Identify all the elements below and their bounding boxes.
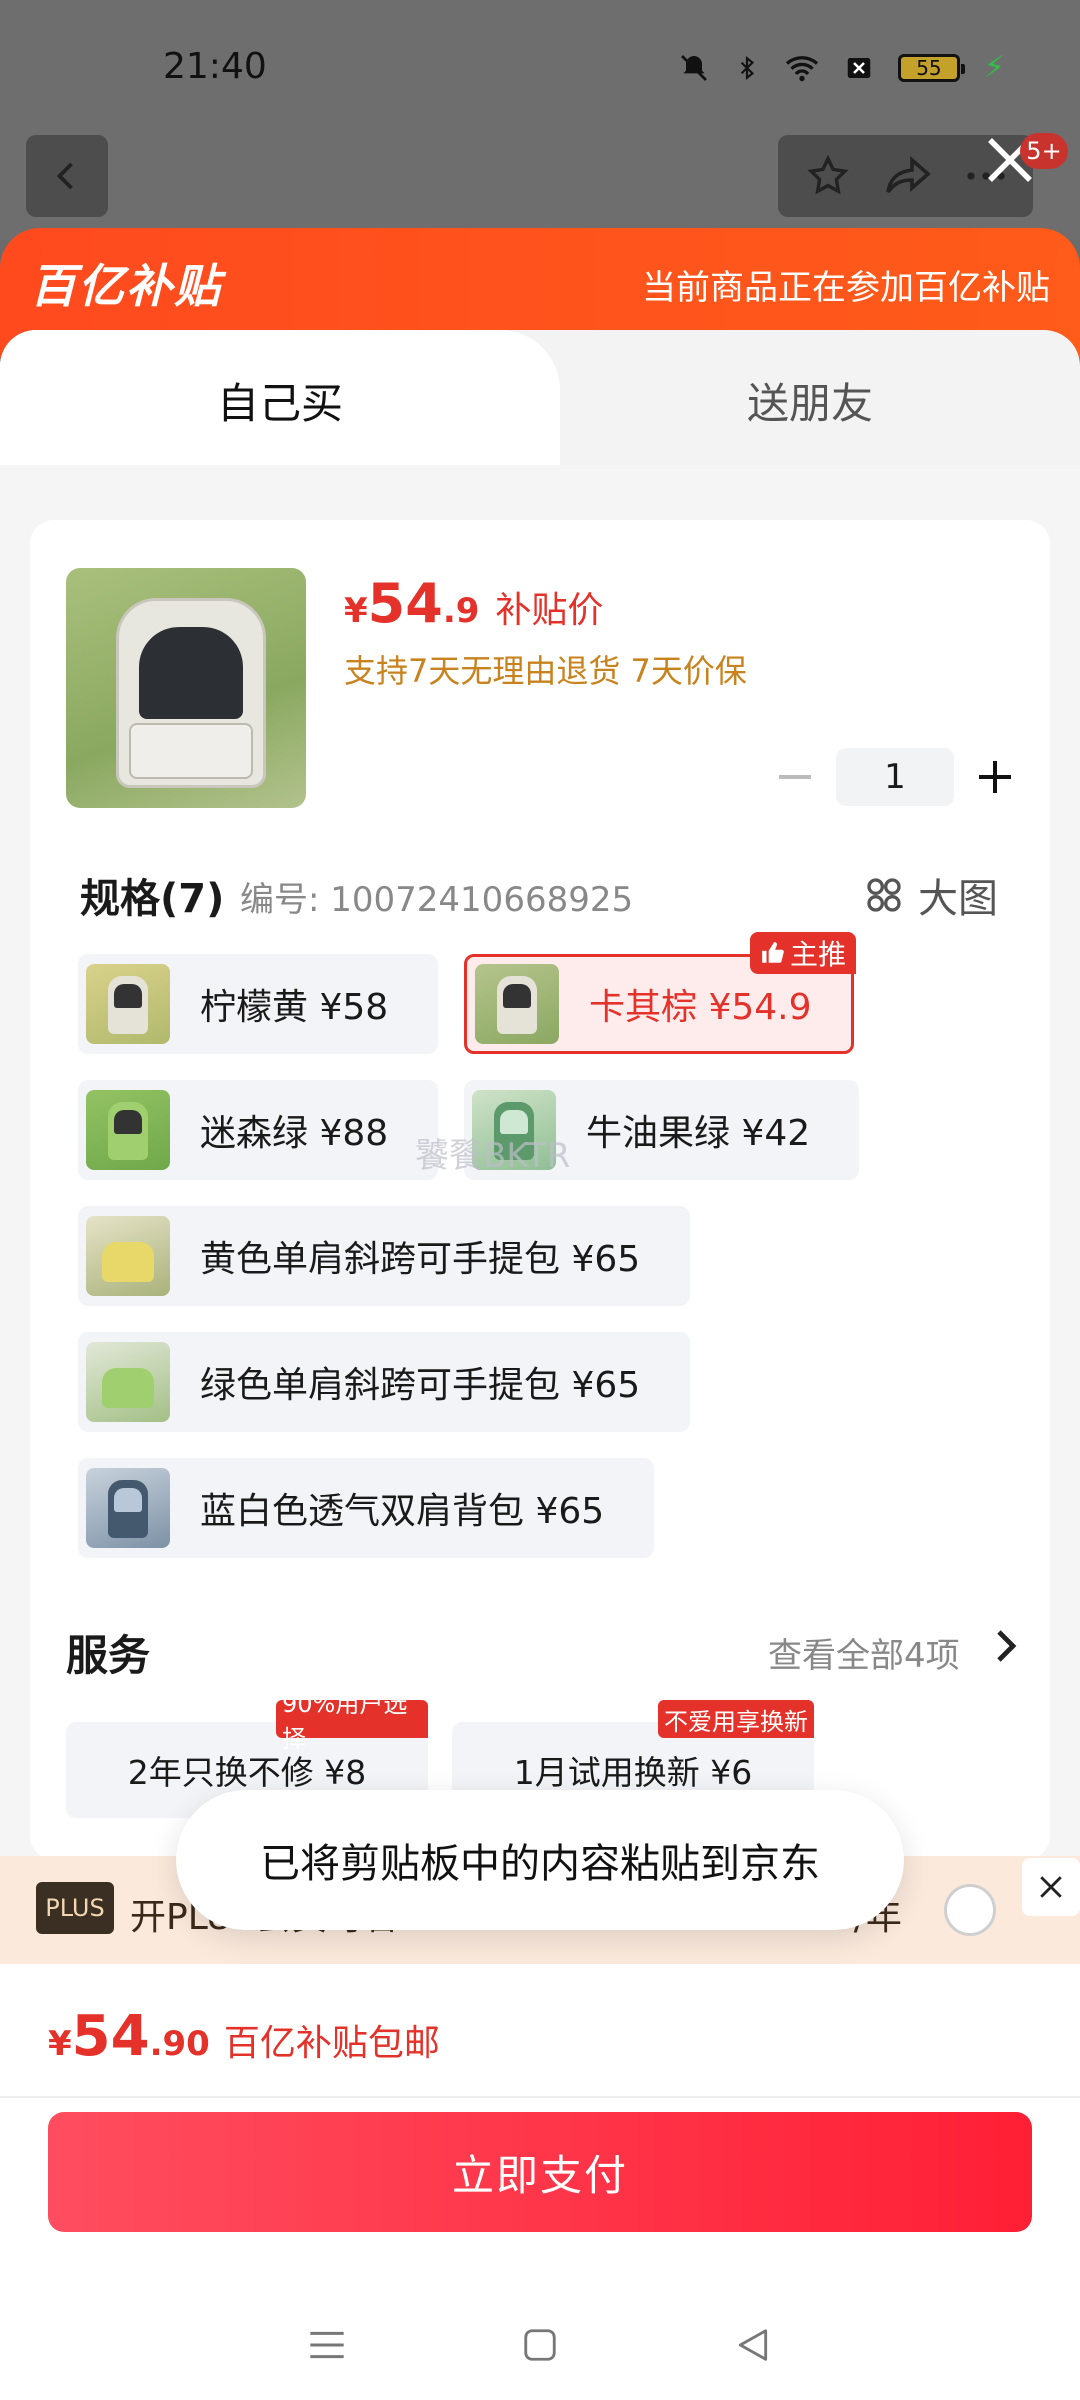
option-forest-green[interactable]: 迷森绿 ¥88 (78, 1080, 438, 1180)
quantity-stepper: 1 (770, 748, 1020, 806)
option-thumb (86, 1468, 170, 1548)
option-label: 柠檬黄 ¥58 (200, 987, 389, 1028)
product-price: ¥ 54 .9 补贴价 (344, 572, 604, 635)
option-label: 迷森绿 ¥88 (200, 1113, 389, 1154)
bluetooth-icon (740, 55, 754, 80)
back-button[interactable] (26, 135, 108, 217)
share-icon[interactable] (884, 154, 932, 198)
increase-button[interactable] (970, 752, 1020, 802)
status-time: 21:40 (163, 46, 267, 87)
option-lemon-yellow[interactable]: 柠檬黄 ¥58 (78, 954, 438, 1054)
watermark: 饕餮BKTR (415, 1136, 571, 1176)
view-all-services[interactable]: 查看全部4项 (768, 1628, 960, 1677)
message-badge: 5+ (1020, 133, 1068, 169)
option-thumb (86, 964, 170, 1044)
big-image-label: 大图 (918, 876, 998, 922)
mute-bell-icon (680, 54, 707, 81)
service-title: 服务 (66, 1631, 151, 1680)
home-icon[interactable] (521, 2326, 559, 2364)
option-green-shoulder-bag[interactable]: 绿色单肩斜跨可手提包 ¥65 (78, 1332, 690, 1432)
decrease-button[interactable] (770, 752, 820, 802)
system-nav-bar (0, 2290, 1080, 2400)
total-price: ¥ 54 .90 百亿补贴包邮 (48, 2004, 440, 2069)
subsidy-logo: 百亿补贴 (30, 259, 222, 313)
divider (0, 2096, 1080, 2098)
menu-icon[interactable] (307, 2327, 347, 2363)
status-icons: 55 ⚡ (678, 50, 1005, 85)
tab-gift[interactable]: 送朋友 (540, 330, 1080, 470)
plus-icon (979, 761, 1011, 793)
charging-icon: ⚡ (983, 50, 1005, 85)
back-triangle-icon[interactable] (733, 2326, 773, 2364)
star-icon[interactable] (805, 153, 851, 199)
tab-self[interactable]: 自己买 (0, 330, 560, 470)
big-image-button[interactable]: 大图 (864, 866, 998, 924)
option-label: 蓝白色透气双肩背包 ¥65 (200, 1491, 605, 1532)
quantity-input[interactable]: 1 (836, 748, 954, 806)
plus-logo: PLUS (36, 1882, 114, 1934)
plus-close-button[interactable] (1022, 1858, 1080, 1916)
wifi-icon (785, 55, 819, 81)
option-thumb (86, 1342, 170, 1422)
option-thumb (86, 1216, 170, 1296)
product-image[interactable] (66, 568, 306, 808)
pay-now-button[interactable]: 立即支付 (48, 2112, 1032, 2232)
minus-icon (779, 775, 811, 779)
spec-title: 规格(7) (80, 876, 225, 922)
option-label: 绿色单肩斜跨可手提包 ¥65 (200, 1365, 641, 1406)
recommended-tag: 主推 (750, 932, 856, 974)
option-label: 卡其棕 ¥54.9 (589, 987, 812, 1028)
option-label: 黄色单肩斜跨可手提包 ¥65 (200, 1239, 641, 1280)
option-thumb (475, 964, 559, 1044)
plus-radio[interactable] (944, 1884, 996, 1936)
sim-off-icon (847, 57, 871, 78)
product-number: 编号: 10072410668925 (240, 880, 634, 920)
service-tag: 不爱用享换新 (658, 1700, 814, 1738)
close-icon (1040, 1876, 1062, 1898)
service-tag: 90%用户选择 (276, 1690, 428, 1753)
option-label: 牛油果绿 ¥42 (586, 1113, 811, 1154)
chevron-right-icon[interactable] (990, 1626, 1020, 1666)
chevron-left-icon (56, 162, 73, 190)
option-blue-white-backpack[interactable]: 蓝白色透气双肩背包 ¥65 (78, 1458, 654, 1558)
thumbs-up-icon (762, 942, 784, 963)
grid-icon (867, 878, 901, 912)
option-yellow-shoulder-bag[interactable]: 黄色单肩斜跨可手提包 ¥65 (78, 1206, 690, 1306)
return-policy: 支持7天无理由退货 7天价保 (344, 652, 747, 690)
backpack-illustration (116, 598, 266, 788)
clipboard-toast: 已将剪贴板中的内容粘贴到京东 (176, 1790, 904, 1930)
option-thumb (86, 1090, 170, 1170)
banner-text: 当前商品正在参加百亿补贴 (642, 268, 1050, 308)
battery-indicator: 55 (897, 53, 965, 82)
